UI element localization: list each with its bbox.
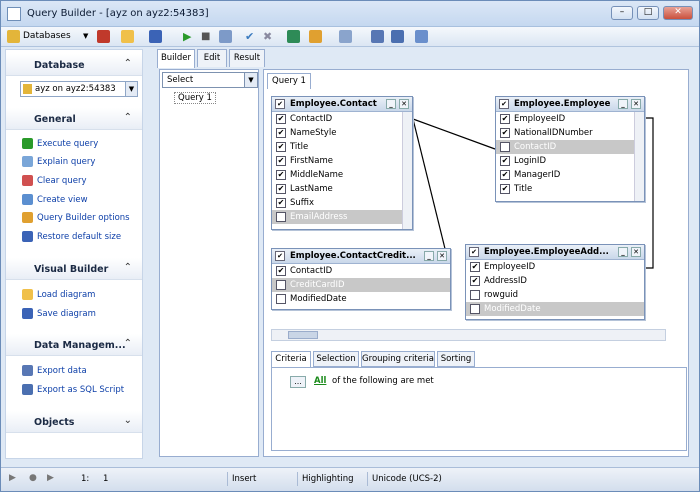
criteria-menu-button[interactable]: ... <box>290 376 306 388</box>
position-value: 1 <box>103 474 109 484</box>
stop-icon[interactable]: ● <box>29 473 37 483</box>
field-row[interactable]: ModifiedDate <box>272 292 450 306</box>
table-header[interactable]: ✔ Employee.Employee _ ✕ <box>496 97 644 112</box>
tab-selection[interactable]: Selection <box>313 351 359 367</box>
minimize-icon[interactable]: _ <box>424 251 434 261</box>
field-row[interactable]: ✔ NameStyle <box>272 126 412 140</box>
next-icon[interactable]: ▶ <box>47 473 54 483</box>
tab-criteria[interactable]: Criteria <box>271 351 311 367</box>
close-icon[interactable]: ✕ <box>437 251 447 261</box>
field-row[interactable]: ✔ FirstName <box>272 154 412 168</box>
field-row[interactable]: ✔ AddressID <box>466 274 644 288</box>
field-row[interactable]: ✔ ManagerID <box>496 168 644 182</box>
table-employee-employee-address[interactable]: ✔ Employee.EmployeeAdd... _ ✕ ✔ EmployeeID ✔… <box>465 244 645 320</box>
close-icon[interactable]: ✕ <box>399 99 409 109</box>
field-row[interactable]: ✔ NationalIDNumber <box>496 126 644 140</box>
table-employee-contact[interactable]: ✔ Employee.Contact _ ✕ ✔ ContactID ✔ NameStyl… <box>271 96 413 230</box>
tab-grouping-criteria[interactable]: Grouping criteria <box>361 351 435 367</box>
field-row-selected[interactable]: ✔ CreditCardID <box>272 278 450 292</box>
checkbox-icon[interactable]: ✔ <box>275 251 285 261</box>
tab-sorting[interactable]: Sorting <box>437 351 475 367</box>
field-row-selected[interactable]: ModifiedDate <box>466 302 644 316</box>
query-builder-window: Query Builder - [ayz on ayz2:54383] – □ … <box>0 0 700 492</box>
table-header[interactable]: ✔ Employee.EmployeeAdd... _ ✕ <box>466 245 644 260</box>
field-row-selected[interactable]: ✔ ContactID <box>496 140 644 154</box>
field-row[interactable]: ✔ EmployeeID <box>496 112 644 126</box>
field-row[interactable]: ✔ LoginID <box>496 154 644 168</box>
insert-mode: Insert <box>227 472 256 486</box>
table-scrollbar[interactable] <box>634 112 644 201</box>
field-row[interactable]: ✔ MiddleName <box>272 168 412 182</box>
minimize-icon[interactable]: _ <box>618 99 628 109</box>
field-row[interactable]: ✔ ContactID <box>272 264 450 278</box>
checkbox-icon[interactable]: ✔ <box>499 99 509 109</box>
all-link[interactable]: All <box>314 376 326 386</box>
field-row[interactable]: ✔ LastName <box>272 182 412 196</box>
criteria-text: of the following are met <box>332 376 434 386</box>
criteria-panel: ... All of the following are met <box>271 367 687 451</box>
field-row[interactable]: ✔ EmployeeID <box>466 260 644 274</box>
encoding-status: Unicode (UCS-2) <box>367 472 442 486</box>
close-icon[interactable]: ✕ <box>631 99 641 109</box>
table-header[interactable]: ✔ Employee.Contact _ ✕ <box>272 97 412 112</box>
scroll-thumb[interactable] <box>288 331 318 339</box>
table-employee-employee[interactable]: ✔ Employee.Employee _ ✕ ✔ EmployeeID ✔ Nation… <box>495 96 645 202</box>
checkbox-icon[interactable]: ✔ <box>275 99 285 109</box>
field-row[interactable]: ✔ Title <box>496 182 644 196</box>
table-header[interactable]: ✔ Employee.ContactCredit... _ ✕ <box>272 249 450 264</box>
close-icon[interactable]: ✕ <box>631 247 641 257</box>
field-row-selected[interactable]: ✔ EmailAddress <box>272 210 412 224</box>
table-employee-contact-credit[interactable]: ✔ Employee.ContactCredit... _ ✕ ✔ ContactID … <box>271 248 451 310</box>
field-row[interactable]: ✔ Suffix <box>272 196 412 210</box>
minimize-icon[interactable]: _ <box>618 247 628 257</box>
minimize-icon[interactable]: _ <box>386 99 396 109</box>
canvas-horizontal-scrollbar[interactable] <box>271 329 666 341</box>
field-row[interactable]: ✔ ContactID <box>272 112 412 126</box>
highlighting-status: Highlighting <box>297 472 354 486</box>
status-bar: ▶ ● ▶ 1: 1 Insert Highlighting Unicode (… <box>1 467 699 491</box>
table-scrollbar[interactable] <box>402 112 412 229</box>
position-label: 1: <box>81 474 90 484</box>
field-row[interactable]: rowguid <box>466 288 644 302</box>
field-row[interactable]: ✔ Title <box>272 140 412 154</box>
checkbox-icon[interactable]: ✔ <box>469 247 479 257</box>
play-icon[interactable]: ▶ <box>9 473 16 483</box>
